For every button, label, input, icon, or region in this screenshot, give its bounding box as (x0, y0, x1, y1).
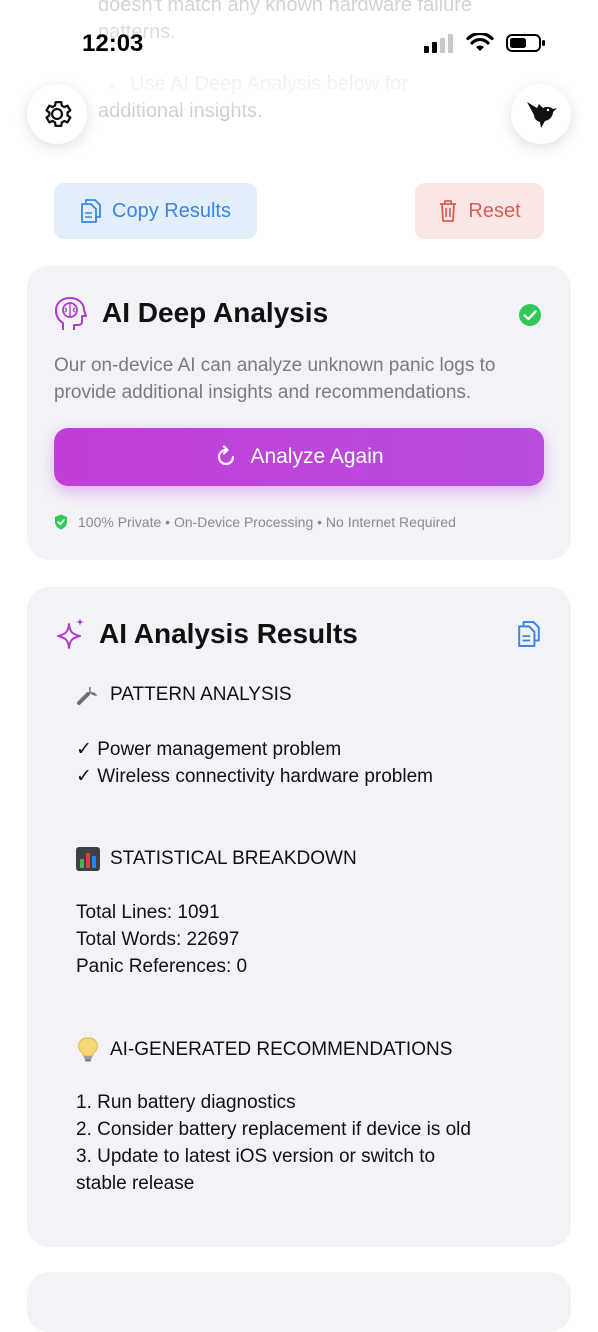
stat-total-lines: Total Lines: 1091 (76, 902, 220, 923)
cellular-signal-icon (424, 34, 453, 53)
recommendation-1: 1. Run battery diagnostics (76, 1092, 296, 1113)
check-circle-icon (519, 304, 541, 326)
copy-icon (81, 199, 101, 223)
recommendation-3-cont: stable release (76, 1173, 195, 1194)
analyze-again-label: Analyze Again (250, 445, 384, 468)
sparkles-icon (57, 618, 84, 649)
trash-icon (440, 200, 457, 222)
recommendations-heading: AI-GENERATED RECOMMENDATIONS (76, 1037, 452, 1063)
deep-analysis-description: Our on-device AI can analyze unknown pan… (54, 355, 496, 403)
faded-text-line3: ● Use AI Deep Analysis below for (108, 73, 408, 95)
stat-panic-references: Panic References: 0 (76, 956, 248, 977)
pattern-item-2: ✓ Wireless connectivity hardware problem (76, 766, 433, 787)
battery-icon (506, 34, 545, 52)
refresh-icon (218, 445, 235, 466)
hummingbird-icon (527, 102, 557, 128)
bulb-icon: ● (108, 77, 117, 93)
reset-button[interactable]: Reset (415, 183, 544, 239)
ai-analysis-results-card: AI Analysis Results PATTERN ANALYSIS ✓ P… (27, 587, 571, 1247)
pattern-analysis-heading: PATTERN ANALYSIS (76, 683, 292, 707)
shield-check-icon (55, 514, 67, 530)
next-card (27, 1272, 571, 1332)
status-time: 12:03 (82, 30, 144, 57)
lightbulb-icon (78, 1037, 98, 1062)
copy-results-icon[interactable] (517, 619, 541, 649)
faded-text-line4: additional insights. (98, 100, 263, 122)
status-icons (424, 33, 546, 53)
recommendation-2: 2. Consider battery replacement if devic… (76, 1119, 471, 1140)
pattern-item-1: ✓ Power management problem (76, 739, 342, 760)
faded-text-line1: doesn't match any known hardware failure (98, 0, 473, 16)
copy-results-label: Copy Results (112, 199, 231, 222)
privacy-note: 100% Private • On-Device Processing • No… (54, 514, 456, 530)
ai-deep-analysis-card: AI Deep Analysis Our on-device AI can an… (27, 266, 571, 560)
deep-analysis-title: AI Deep Analysis (102, 297, 329, 328)
statistical-breakdown-heading: STATISTICAL BREAKDOWN (76, 847, 357, 871)
reset-label: Reset (468, 199, 521, 222)
analyze-again-button[interactable]: Analyze Again (54, 428, 544, 486)
bar-chart-icon (76, 847, 100, 871)
results-title: AI Analysis Results (99, 618, 358, 649)
stat-total-words: Total Words: 22697 (76, 929, 240, 950)
copy-results-button[interactable]: Copy Results (54, 183, 257, 239)
gear-icon (45, 100, 72, 128)
recommendation-3: 3. Update to latest iOS version or switc… (76, 1146, 436, 1167)
hummingbird-button[interactable] (511, 84, 571, 144)
brain-head-icon (55, 297, 87, 330)
settings-button[interactable] (27, 84, 87, 144)
wifi-icon (466, 33, 494, 51)
privacy-text: 100% Private • On-Device Processing • No… (78, 514, 456, 530)
wrench-icon (77, 686, 98, 705)
